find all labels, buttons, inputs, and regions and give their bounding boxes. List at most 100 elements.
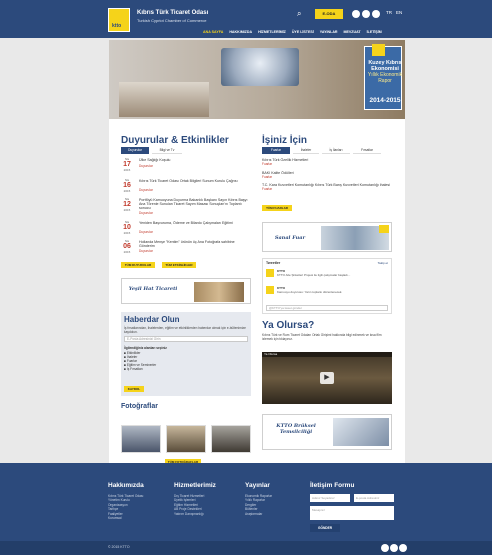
announcements-title: Duyurular & Etkinlikler (121, 135, 229, 146)
all-events-button[interactable]: TÜM ETKİNLİKLER (162, 262, 196, 268)
banner-hands-photo (221, 48, 299, 86)
event-title[interactable]: Ülke Sağlığı Koşulu (139, 158, 249, 162)
contact-name-field[interactable]: Adınız Soyadınız (310, 494, 350, 502)
brussels-photo (333, 418, 389, 446)
newsletter-submit-button[interactable]: KAYDOL (124, 386, 144, 392)
tab-info-tv[interactable]: Bilgi ve Tv (152, 147, 182, 154)
nav-contact[interactable]: İLETİŞİM (367, 28, 382, 36)
event-item[interactable]: Nis 12 2015 Portföyü Kamuoyuna Duyurma B… (121, 197, 251, 217)
whatif-title: Ya Olursa? (262, 320, 315, 331)
search-icon[interactable]: ⌕ (297, 9, 307, 19)
event-category[interactable]: Duyurular (139, 230, 153, 234)
banner-desk-photo (119, 82, 209, 117)
play-icon[interactable]: ▶ (320, 372, 334, 384)
tab-job-ads[interactable]: İş İlanları (322, 147, 350, 154)
event-title[interactable]: Hollanda Menşe "Kentim" ürünün üç Ana Fo… (139, 240, 249, 248)
tweet-text[interactable]: KTTO Aile Şirketleri Projesi ile ilgili … (277, 273, 389, 277)
video-title-bar: Ya Olursa (262, 352, 392, 357)
jobs-title: İşiniz İçin (262, 135, 308, 146)
whatif-desc: Kıbrıs Türk ve Rum Ticaret Odaları Ortak… (262, 333, 382, 341)
event-category[interactable]: Duyurular (139, 249, 153, 253)
event-category[interactable]: Duyurular (139, 164, 153, 168)
interest-checkbox[interactable]: ■ İş Fırsatları (124, 367, 143, 371)
twitter-icon[interactable] (362, 10, 370, 18)
youtube-icon[interactable] (399, 544, 407, 552)
copyright: © 2015 KTTO (108, 545, 130, 549)
event-date: Nis 16 2015 (123, 178, 131, 193)
report-years: 2014-2015 (369, 97, 401, 104)
e-oda-button[interactable]: E-ODA (315, 9, 343, 19)
event-title[interactable]: Kıbrıs Türk Ticaret Odası Ortak Bilgiler… (139, 179, 249, 183)
facebook-icon[interactable] (352, 10, 360, 18)
site-title[interactable]: Kıbrıs Türk Ticaret Odası (137, 10, 208, 16)
job-item[interactable]: T.C. Kara Kuvvetleri Komutanlığı Kıbrıs … (262, 183, 392, 191)
event-item[interactable]: Nis 16 2015 Kıbrıs Türk Ticaret Odası Or… (121, 178, 251, 198)
hero-banner[interactable] (109, 40, 405, 119)
footer-publications-links[interactable]: Ekonomik Raporlar Yıllık Raporlar Dergiler… (245, 494, 272, 516)
lang-tr[interactable]: TR (386, 10, 392, 15)
facebook-icon[interactable] (381, 544, 389, 552)
event-date: Nis 12 2015 (123, 197, 131, 212)
gallery-photo[interactable] (166, 425, 206, 453)
footer-about-links[interactable]: Kıbrıs Türk Ticaret Odası Yönetim Kurulu O… (108, 494, 143, 520)
nav-home[interactable]: ANA SAYFA (203, 28, 223, 36)
all-announcements-button[interactable]: TÜM DUYURULAR (121, 262, 155, 268)
footer-services-links[interactable]: Dış Ticaret Hizmetleri Üyelik İşlemleri Eğ… (174, 494, 204, 516)
event-item[interactable]: Nis 17 2015 Ülke Sağlığı Koşulu Duyurula… (121, 157, 251, 177)
twitter-icon[interactable] (390, 544, 398, 552)
event-category[interactable]: Duyurular (139, 188, 153, 192)
gallery-photo[interactable] (211, 425, 251, 453)
job-item[interactable]: BAKI Kalite Ödülleri Fuarlar (262, 171, 392, 179)
event-date: Nis 06 2015 (123, 239, 131, 254)
newsletter-title: Haberdar Olun (124, 315, 180, 324)
virtual-fair-banner[interactable]: Sanal Fuar (262, 222, 392, 252)
nav-about[interactable]: HAKKIMIZDA (229, 28, 252, 36)
brussels-label: KTTO Brüksel Temsilciliği (276, 423, 316, 435)
nav-services[interactable]: HİZMETLERİMİZ (258, 28, 286, 36)
follow-button[interactable]: Takip et (378, 261, 388, 265)
nav-members[interactable]: ÜYE LİSTESİ (292, 28, 314, 36)
ktto-logo[interactable]: ktto (108, 8, 130, 32)
tweet-text[interactable]: Kamuoyu duyurusu: Yarın toplantı düzenle… (277, 290, 389, 294)
photos-title: Fotoğraflar (121, 403, 158, 410)
report-title: Kuzey Kıbrıs Ekonomisi (368, 60, 402, 72)
tab-tenders[interactable]: İhaleler (293, 147, 319, 154)
footer-bottom-bar: © 2015 KTTO (0, 541, 492, 555)
tab-fairs[interactable]: Fuarlar (262, 147, 290, 154)
footer-services-title: Hizmetlerimiz (174, 482, 216, 489)
nav-publications[interactable]: YAYINLAR (320, 28, 338, 36)
event-category[interactable]: Duyurular (139, 211, 153, 215)
gallery-photo[interactable] (121, 425, 161, 453)
newsletter-box (121, 312, 251, 396)
all-fairs-button[interactable]: TÜM FUARLAR (262, 205, 292, 211)
tab-announcements[interactable]: Duyurular (121, 147, 149, 154)
nav-legislation[interactable]: MEVZUAT (344, 28, 361, 36)
event-title[interactable]: Yeniden Başvuruma, Ödeme ve Bilardo Çalı… (139, 221, 249, 225)
tweet-compose-input[interactable]: @KTTO'ya tweet gönder (266, 305, 388, 311)
newsletter-email-field[interactable]: E-Posta Adresinizi Girin (124, 336, 248, 342)
event-date: Nis 17 2015 (123, 157, 131, 172)
green-line-banner[interactable]: Yeşil Hat Ticareti (121, 278, 251, 304)
event-title[interactable]: Portföyü Kamuoyuna Duyurma Bakanlık Başk… (139, 198, 249, 211)
brussels-banner[interactable]: KTTO Brüksel Temsilciliği (262, 414, 392, 450)
contact-message-field[interactable]: Mesajınız (310, 506, 394, 520)
contact-email-field[interactable]: E-posta Adresiniz (354, 494, 394, 502)
report-logo-icon (372, 44, 385, 56)
event-date: Nis 10 2015 (123, 220, 131, 235)
tab-opportunities[interactable]: Fırsatlar (353, 147, 381, 154)
newsletter-desc: İş fırsatlarından, ihalelerden, eğitim v… (124, 326, 246, 334)
youtube-icon[interactable] (372, 10, 380, 18)
event-item[interactable]: Nis 10 2015 Yeniden Başvuruma, Ödeme ve … (121, 220, 251, 240)
lang-en[interactable]: EN (396, 10, 402, 15)
main-nav: ANA SAYFA HAKKIMIZDA HİZMETLERİMİZ ÜYE L… (203, 28, 382, 36)
whatif-video[interactable]: Ya Olursa ▶ (262, 352, 392, 404)
footer-publications-title: Yayınlar (245, 482, 270, 489)
site-header: ktto Kıbrıs Türk Ticaret Odası Turkish C… (0, 0, 492, 38)
avatar (266, 286, 274, 294)
green-line-label: Yeşil Hat Ticareti (128, 286, 178, 292)
job-item[interactable]: Kıbrıs Türk Özellik Hizmetleri Fuarlar (262, 158, 392, 166)
event-item[interactable]: Nis 06 2015 Hollanda Menşe "Kentim" ürün… (121, 239, 251, 259)
interests-label: İlgilendiğiniz alanları seçiniz (124, 346, 167, 350)
contact-submit-button[interactable]: GÖNDER (310, 524, 340, 532)
twitter-widget: Tweetler Takip et KTTO KTTO Aile Şirketl… (262, 258, 392, 314)
